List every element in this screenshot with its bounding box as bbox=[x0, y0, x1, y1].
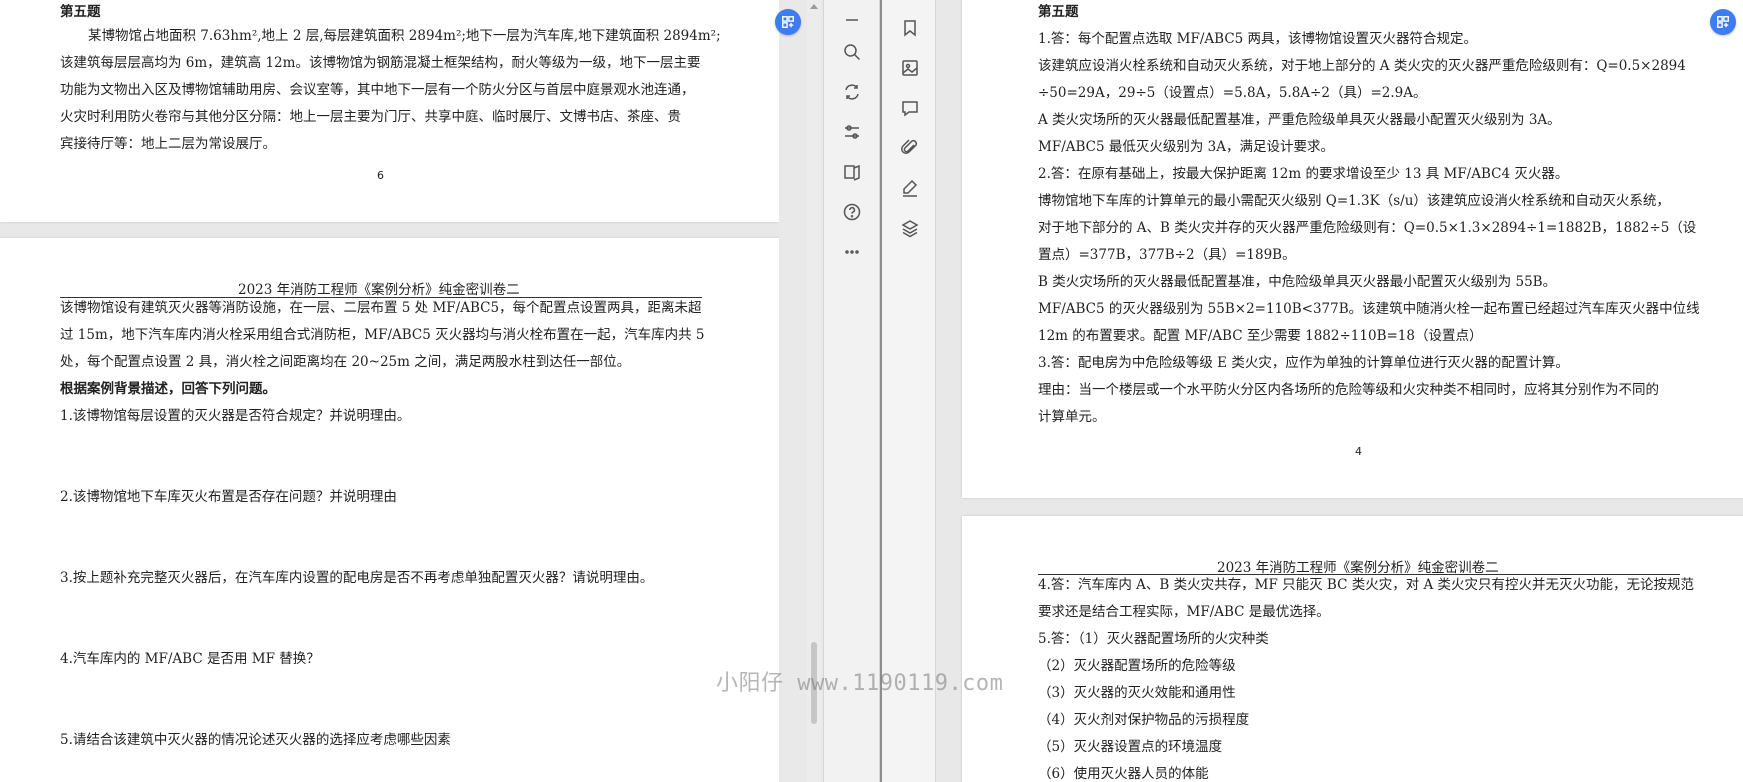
minus-icon bbox=[846, 19, 858, 21]
search-button[interactable] bbox=[838, 38, 866, 66]
paragraph-line: ÷50=29A，29÷5（设置点）=5.8A，5.8A÷2（具）=2.9A。 bbox=[1038, 85, 1427, 101]
page-heading: 第五题 bbox=[1038, 4, 1079, 20]
page-header: 2023 年消防工程师《案例分析》纯金密训卷二 bbox=[1217, 560, 1499, 576]
paragraph-line: 理由：当一个楼层或一个水平防火分区内各场所的危险等级和火灾种类不相同时，应将其分… bbox=[1038, 382, 1659, 398]
paragraph-line: 置点）=377B，377B÷2（具）=189B。 bbox=[1038, 247, 1296, 263]
page-heading: 第五题 bbox=[60, 4, 101, 20]
bookmark-button[interactable] bbox=[896, 14, 924, 42]
paragraph-line: 过 15m，地下汽车库内消火栓采用组合式消防柜，MF/ABC5 灭火器均与消火栓… bbox=[60, 327, 705, 343]
header-rule bbox=[1038, 574, 1680, 575]
paragraph-line: 该博物馆设有建筑灭火器等消防设施，在一层、二层布置 5 处 MF/ABC5，每个… bbox=[60, 300, 702, 316]
paragraph-line: 功能为文物出入区及博物馆辅助用房、会议室等，其中地下一层有一个防火分区与首层中庭… bbox=[60, 82, 695, 98]
more-button[interactable] bbox=[838, 238, 866, 266]
sign-button[interactable] bbox=[896, 174, 924, 202]
page-header: 2023 年消防工程师《案例分析》纯金密训卷二 bbox=[238, 282, 520, 298]
paragraph-line: 4.答：汽车库内 A、B 类火灾共存，MF 只能灭 BC 类火灾，对 A 类火灾… bbox=[1038, 577, 1695, 593]
layers-button[interactable] bbox=[896, 214, 924, 242]
watermark-text: 小阳仔 www.1190119.com bbox=[716, 671, 1004, 696]
paragraph-line: 2.答：在原有基础上，按最大保护距离 12m 的要求增设至少 13 具 MF/A… bbox=[1038, 166, 1569, 182]
question-item: 1.该博物馆每层设置的灭火器是否符合规定？并说明理由。 bbox=[60, 408, 411, 424]
question-prompt: 根据案例背景描述，回答下列问题。 bbox=[60, 381, 276, 397]
quick-tool-button-right[interactable] bbox=[1710, 9, 1736, 35]
paragraph-line: 计算单元。 bbox=[1038, 409, 1106, 425]
paragraph-line: 要求还是结合工程实际，MF/ABC 是最优选择。 bbox=[1038, 604, 1330, 620]
paragraph-line: 博物馆地下车库的计算单元的最小需配灭火级别 Q=1.3K（s/u）该建筑应设消火… bbox=[1038, 193, 1670, 209]
paragraph-line: B 类火灾场所的灭火器最低配置基准，中危险级单具灭火器最小配置灭火级别为 55B… bbox=[1038, 274, 1557, 290]
paragraph-line: 该建筑应设消火栓系统和自动灭火系统，对于地上部分的 A 类火灾的灭火器严重危险级… bbox=[1038, 58, 1686, 74]
question-item: 5.请结合该建筑中灭火器的情况论述灭火器的选择应考虑哪些因素 bbox=[60, 732, 451, 748]
paragraph-line: 3.答：配电房为中危险级等级 E 类火灾，应作为单独的计算单位进行灭火器的配置计… bbox=[1038, 355, 1569, 371]
image-icon bbox=[902, 60, 918, 76]
help-button[interactable] bbox=[838, 198, 866, 226]
thumbnail-button[interactable] bbox=[896, 54, 924, 82]
header-rule bbox=[60, 297, 702, 298]
paragraph-line: 对于地下部分的 A、B 类火灾并存的灭火器严重危险级则有：Q=0.5×1.3×2… bbox=[1038, 220, 1697, 236]
paragraph-line: （6）使用灭火器人员的体能 bbox=[1038, 766, 1209, 782]
paragraph-line: 1.答：每个配置点选取 MF/ABC5 两具，该博物馆设置灭火器符合规定。 bbox=[1038, 31, 1478, 47]
rotate-icon bbox=[845, 84, 859, 100]
more-icon bbox=[845, 250, 859, 254]
right-page-4: 第五题 1.答：每个配置点选取 MF/ABC5 两具，该博物馆设置灭火器符合规定… bbox=[962, 0, 1743, 498]
paragraph-line: （5）灭火器设置点的环境温度 bbox=[1038, 739, 1223, 755]
question-item: 4.汽车库内的 MF/ABC 是否用 MF 替换？ bbox=[60, 651, 320, 667]
left-page-7: 2023 年消防工程师《案例分析》纯金密训卷二 该博物馆设有建筑灭火器等消防设施… bbox=[0, 238, 779, 782]
search-icon bbox=[844, 44, 861, 61]
paragraph-line: 火灾时利用防火卷帘与其他分区分隔：地上一层主要为门厅、共享中庭、临时展厅、文博书… bbox=[60, 109, 681, 125]
paragraph-line: 5.答：（1）灭火器配置场所的火灾种类 bbox=[1038, 631, 1269, 647]
right-document-pane[interactable]: 第五题 1.答：每个配置点选取 MF/ABC5 两具，该博物馆设置灭火器符合规定… bbox=[880, 0, 1743, 782]
question-item: 2.该博物馆地下车库灭火布置是否存在问题？并说明理由 bbox=[60, 489, 397, 505]
attachment-icon bbox=[901, 139, 918, 154]
attachment-button[interactable] bbox=[896, 134, 924, 162]
grid-tool-icon bbox=[1717, 16, 1729, 28]
scroll-up-arrow-icon[interactable] bbox=[810, 4, 818, 9]
paragraph-line: MF/ABC5 最低灭火级别为 3A，满足设计要求。 bbox=[1038, 139, 1334, 155]
paragraph-line: （3）灭火器的灭火效能和通用性 bbox=[1038, 685, 1236, 701]
grid-tool-icon bbox=[782, 16, 794, 28]
left-document-pane[interactable]: 第五题 某博物馆占地面积 7.63hm²,地上 2 层,每层建筑面积 2894m… bbox=[0, 0, 779, 782]
collapse-button[interactable] bbox=[838, 6, 866, 34]
reading-mode-icon bbox=[844, 164, 860, 181]
adjust-button[interactable] bbox=[838, 118, 866, 146]
reading-mode-button[interactable] bbox=[838, 158, 866, 186]
paragraph-line: A 类火灾场所的灭火器最低配置基准，严重危险级单具灭火器最小配置灭火级别为 3A… bbox=[1038, 112, 1561, 128]
right-page-5: 2023 年消防工程师《案例分析》纯金密训卷二 4.答：汽车库内 A、B 类火灾… bbox=[962, 516, 1743, 782]
question-item: 3.按上题补充完整灭火器后，在汽车库内设置的配电房是否不再考虑单独配置灭火器？请… bbox=[60, 570, 654, 586]
sign-icon bbox=[903, 179, 918, 197]
settings-sliders-icon bbox=[845, 125, 859, 139]
comment-icon bbox=[902, 101, 918, 117]
paragraph-line: 该建筑每层层高均为 6m，建筑高 12m。该博物馆为钢筋混凝土框架结构，耐火等级… bbox=[60, 55, 701, 71]
quick-tool-button[interactable] bbox=[775, 9, 801, 35]
layers-icon bbox=[901, 220, 919, 238]
translate-button[interactable] bbox=[838, 78, 866, 106]
left-page-6: 第五题 某博物馆占地面积 7.63hm²,地上 2 层,每层建筑面积 2894m… bbox=[0, 0, 779, 222]
paragraph-line: 宾接待厅等：地上二层为常设展厅。 bbox=[60, 136, 276, 152]
paragraph-line: MF/ABC5 的灭火器级别为 55B×2=110B<377B。该建筑中随消火栓… bbox=[1038, 301, 1700, 317]
help-icon bbox=[843, 203, 861, 221]
page-number: 4 bbox=[1355, 445, 1362, 458]
bookmark-icon bbox=[904, 20, 916, 37]
page-number: 6 bbox=[377, 169, 384, 182]
paragraph-line: 12m 的布置要求。配置 MF/ABC 至少需要 1882÷110B=18（设置… bbox=[1038, 328, 1483, 344]
paragraph-line: 处，每个配置点设置 2 具，消火栓之间距离均在 20~25m 之间，满足两股水柱… bbox=[60, 354, 631, 370]
paragraph-line: 某博物馆占地面积 7.63hm²,地上 2 层,每层建筑面积 2894m²;地下… bbox=[88, 28, 721, 44]
comment-button[interactable] bbox=[896, 94, 924, 122]
paragraph-line: （2）灭火器配置场所的危险等级 bbox=[1038, 658, 1236, 674]
paragraph-line: （4）灭火剂对保护物品的污损程度 bbox=[1038, 712, 1250, 728]
